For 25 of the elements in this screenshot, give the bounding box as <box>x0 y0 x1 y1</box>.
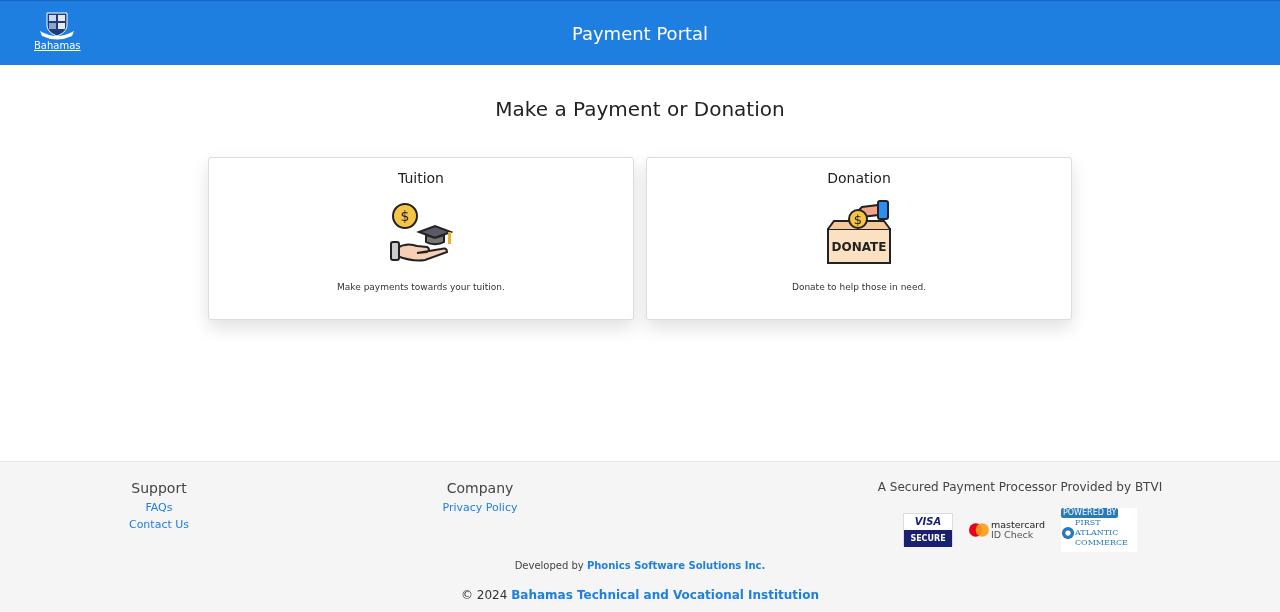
copyright-text: © 2024 Bahamas Technical and Vocational Institution <box>461 587 819 604</box>
option-card[interactable]: Tuition $ Make payments towards your tuition. <box>208 157 634 320</box>
footer-heading: Company <box>446 479 514 498</box>
card-description: Donate to help those in need. <box>791 281 926 294</box>
first-atlantic-commerce-badge: POWERED BY FIRST ATLANTIC COMMERCE <box>1061 508 1137 552</box>
footer-link[interactable]: FAQs <box>145 500 173 516</box>
developer-link[interactable]: Phonics Software Solutions Inc. <box>586 560 766 571</box>
footer-heading: Support <box>131 479 187 498</box>
logo-text: Bahamas <box>34 41 81 51</box>
card-description: Make payments towards your tuition. <box>337 281 505 294</box>
card-title: Donation <box>827 169 891 188</box>
crest-icon <box>38 11 77 41</box>
card-title: Tuition <box>398 169 444 188</box>
visa-secure-badge: VISA SECURE <box>903 513 953 547</box>
donation-box-drawing: $ DONATE <box>826 199 892 265</box>
page-title: Payment Portal <box>571 21 709 46</box>
secured-payment-text: A Secured Payment Processor Provided by BTVI <box>877 479 1163 496</box>
page-heading: Make a Payment or Donation <box>495 96 785 123</box>
institution-link[interactable]: Bahamas Technical and Vocational Institution <box>511 588 819 602</box>
footer-link[interactable]: Privacy Policy <box>442 500 518 516</box>
footer-link[interactable]: Contact Us <box>128 517 190 533</box>
developed-by-text: Developed by Phonics Software Solutions Inc. <box>514 559 766 573</box>
option-card[interactable]: Donation $ DONATE Donate to help those in need. <box>646 157 1072 320</box>
mastercard-id-check-badge: mastercard ID Check <box>969 520 1045 540</box>
hand-coin-cap-drawing: $ <box>389 202 453 262</box>
